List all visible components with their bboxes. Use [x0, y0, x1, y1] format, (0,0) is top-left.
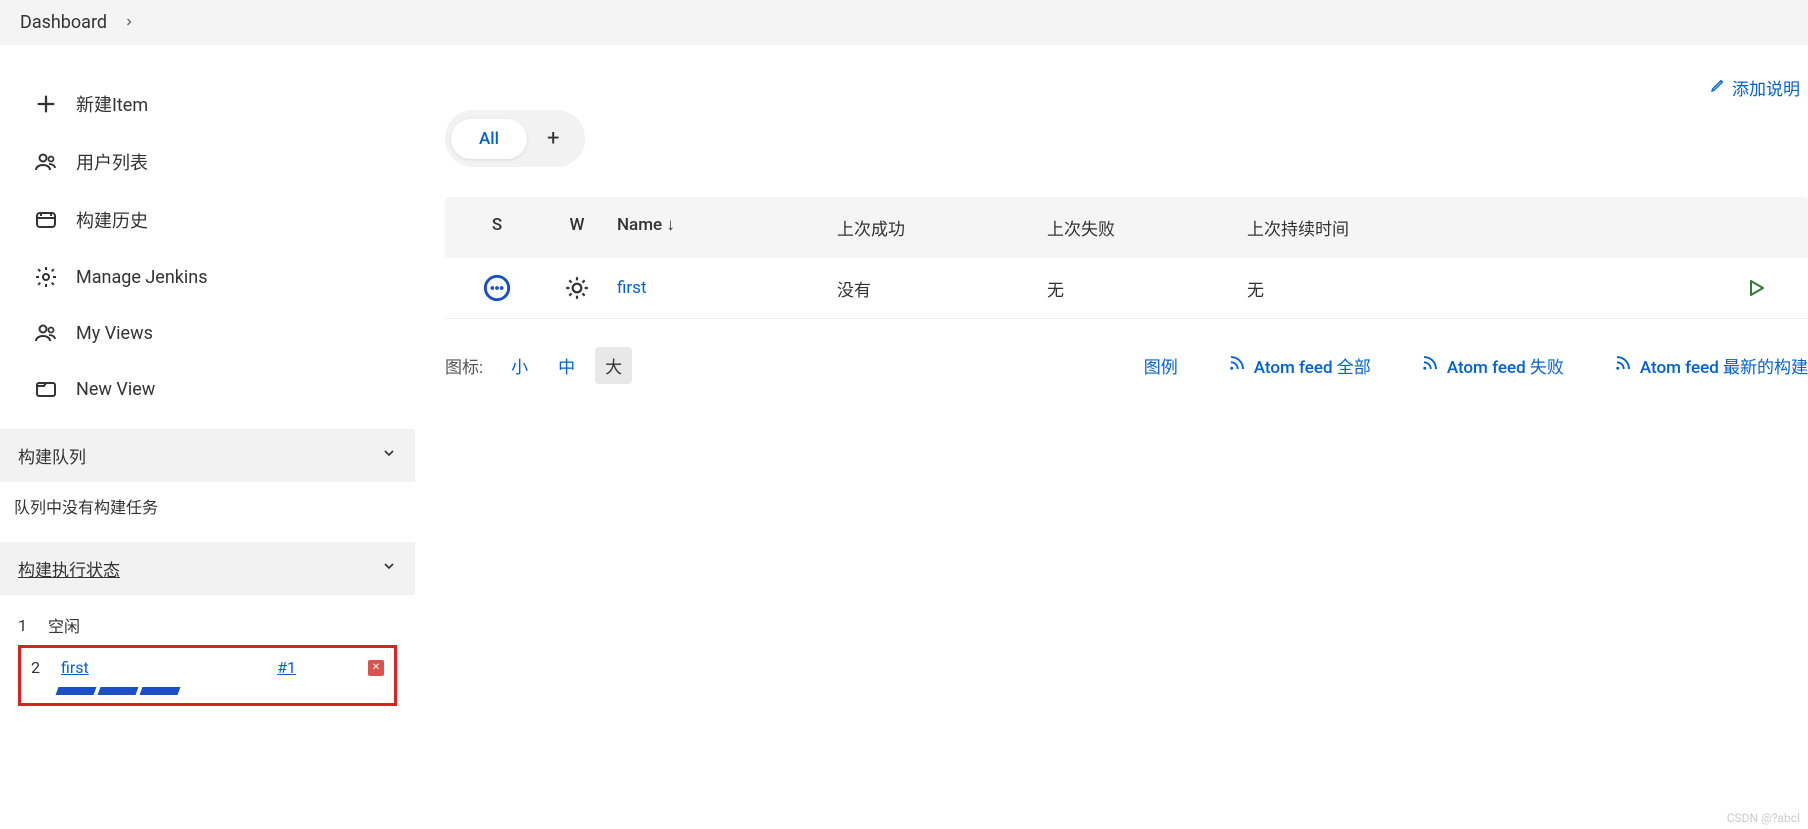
executor-build-link[interactable]: #1	[277, 658, 296, 677]
weather-sunny-icon	[564, 275, 590, 301]
name-cell: first	[617, 278, 837, 298]
tab-all[interactable]: All	[451, 119, 527, 159]
executor-row-idle: 1 空闲	[14, 607, 401, 643]
col-status[interactable]: S	[457, 215, 537, 240]
nav-manage-jenkins[interactable]: Manage Jenkins	[20, 249, 395, 305]
col-name[interactable]: Name ↓	[617, 215, 837, 240]
executor-status: 空闲	[48, 613, 80, 637]
nav-people[interactable]: 用户列表	[20, 133, 395, 191]
people-icon	[34, 150, 58, 174]
table-header: S W Name ↓ 上次成功 上次失败 上次持续时间	[445, 197, 1808, 258]
nav-label: 构建历史	[76, 207, 148, 233]
chevron-down-icon	[381, 445, 397, 466]
rss-icon	[1614, 354, 1632, 377]
gear-icon	[34, 265, 58, 289]
executor-highlight: 2 first #1 ✕	[18, 645, 397, 706]
nav-label: Manage Jenkins	[76, 267, 208, 288]
nav-label: My Views	[76, 323, 153, 344]
nav-new-item[interactable]: 新建Item	[20, 75, 395, 133]
col-last-duration[interactable]: 上次持续时间	[1247, 215, 1716, 240]
feed-latest-link[interactable]: Atom feed 最新的构建	[1614, 353, 1808, 378]
job-link[interactable]: first	[617, 278, 647, 298]
nav-my-views[interactable]: My Views	[20, 305, 395, 361]
executor-number: 1	[18, 616, 36, 635]
panel-title: 构建队列	[18, 443, 86, 468]
size-medium[interactable]: 中	[548, 347, 585, 384]
progress-bar	[57, 687, 388, 695]
history-icon	[34, 208, 58, 232]
link-text: 添加说明	[1732, 75, 1800, 100]
nav-new-view[interactable]: New View	[20, 361, 395, 417]
feed-all-link[interactable]: Atom feed 全部	[1228, 353, 1371, 378]
size-large[interactable]: 大	[595, 347, 632, 384]
size-small[interactable]: 小	[501, 347, 538, 384]
build-queue-header[interactable]: 构建队列	[0, 429, 415, 482]
jobs-table: S W Name ↓ 上次成功 上次失败 上次持续时间 first 没有	[445, 197, 1808, 319]
executor-row-building: 2 first #1 ✕	[27, 652, 388, 683]
chevron-down-icon	[381, 558, 397, 579]
nav-label: 用户列表	[76, 149, 148, 175]
legend-link[interactable]: 图例	[1144, 353, 1178, 378]
build-now-button[interactable]	[1716, 276, 1796, 300]
executors-body: 1 空闲 2 first #1 ✕	[0, 595, 415, 720]
nav-list: 新建Item 用户列表 构建历史 Manage Jenkins My Views…	[0, 75, 415, 417]
nav-build-history[interactable]: 构建历史	[20, 191, 395, 249]
last-failure-cell: 无	[1047, 276, 1247, 301]
main-content: 添加说明 All + S W Name ↓ 上次成功 上次失败 上次持续时间	[415, 45, 1808, 720]
status-building-icon	[483, 274, 511, 302]
cancel-build-icon[interactable]: ✕	[368, 660, 384, 676]
breadcrumb-item[interactable]: Dashboard	[20, 12, 107, 33]
rss-icon	[1421, 354, 1439, 377]
pencil-icon	[1710, 77, 1726, 98]
breadcrumb-bar: Dashboard	[0, 0, 1808, 45]
weather-cell	[537, 275, 617, 301]
last-duration-cell: 无	[1247, 276, 1716, 301]
nav-label: 新建Item	[76, 91, 148, 117]
executor-job-link[interactable]: first	[61, 658, 89, 677]
people-icon	[34, 321, 58, 345]
chevron-right-icon	[123, 13, 135, 32]
executor-number: 2	[31, 658, 49, 677]
table-footer: 图标: 小 中 大 图例 Atom feed 全部 Atom feed 失败 A…	[445, 347, 1808, 384]
table-row: first 没有 无 无	[445, 258, 1808, 319]
nav-label: New View	[76, 379, 155, 400]
feed-failed-link[interactable]: Atom feed 失败	[1421, 353, 1564, 378]
folder-icon	[34, 377, 58, 401]
add-description-link[interactable]: 添加说明	[1710, 75, 1800, 100]
col-weather[interactable]: W	[537, 215, 617, 240]
status-cell	[457, 274, 537, 302]
build-queue-panel: 构建队列 队列中没有构建任务	[0, 429, 415, 530]
executors-header[interactable]: 构建执行状态	[0, 542, 415, 595]
rss-icon	[1228, 354, 1246, 377]
icon-size-label: 图标:	[445, 353, 483, 378]
col-last-success[interactable]: 上次成功	[837, 215, 1047, 240]
view-tabs: All +	[445, 110, 585, 167]
executors-panel: 构建执行状态 1 空闲 2 first #1 ✕	[0, 542, 415, 720]
sidebar: 新建Item 用户列表 构建历史 Manage Jenkins My Views…	[0, 45, 415, 720]
plus-icon	[34, 92, 58, 116]
build-queue-body: 队列中没有构建任务	[0, 482, 415, 530]
last-success-cell: 没有	[837, 276, 1047, 301]
col-last-failure[interactable]: 上次失败	[1047, 215, 1247, 240]
watermark: CSDN @?abcl	[1727, 811, 1800, 825]
tab-add[interactable]: +	[527, 116, 579, 161]
panel-title: 构建执行状态	[18, 556, 120, 581]
